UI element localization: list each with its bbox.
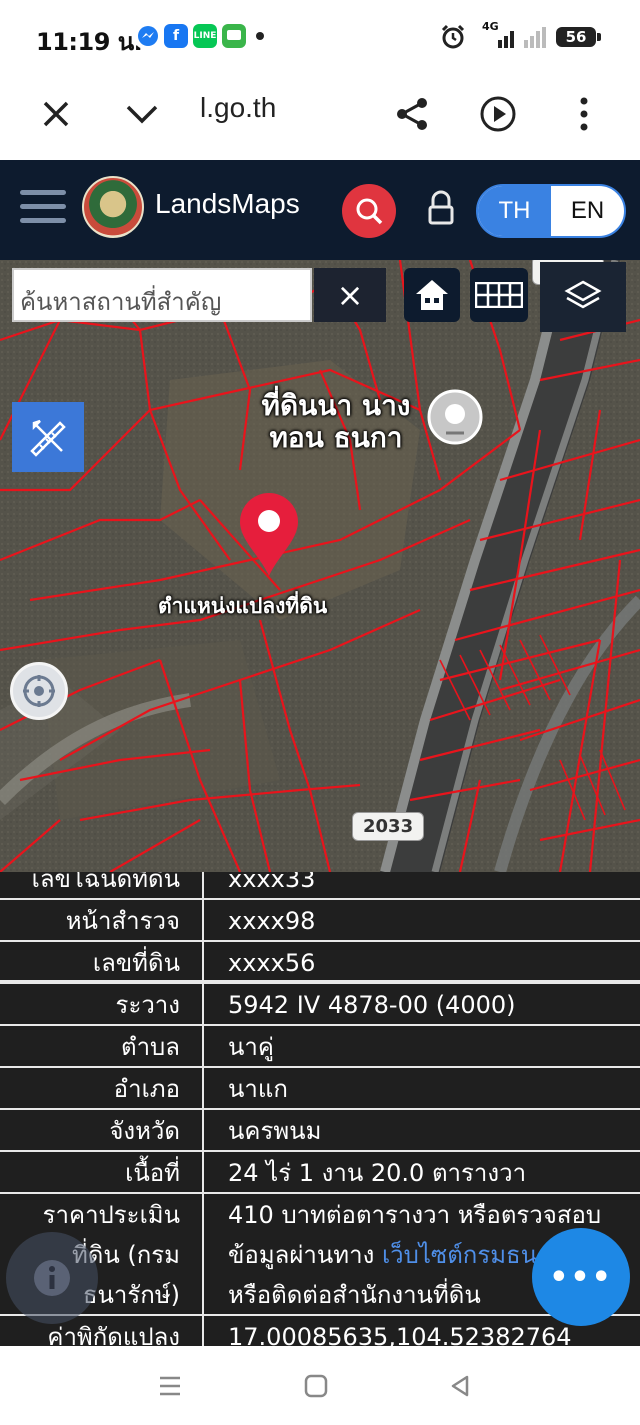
- search-icon: [356, 198, 383, 225]
- messenger-icon: [136, 24, 160, 48]
- browser-toolbar: l.go.th: [0, 72, 640, 160]
- signal-icon: [484, 26, 548, 52]
- road-number-badge: 2033: [352, 812, 425, 841]
- table-row: ตำบล นาคู่: [0, 1026, 640, 1068]
- place-search-input[interactable]: ค้นหาสถานที่สำคัญ: [12, 268, 312, 322]
- compass-button[interactable]: [10, 662, 68, 720]
- department-logo: [82, 176, 144, 238]
- status-time: 11:19 น.: [36, 28, 143, 56]
- language-toggle[interactable]: TH EN: [476, 184, 626, 238]
- address-bar[interactable]: l.go.th: [200, 92, 276, 124]
- table-row: เลขโฉนดที่ดิน xxxx33: [0, 872, 640, 900]
- table-row: เลขที่ดิน xxxx56: [0, 942, 640, 984]
- home-button[interactable]: [404, 268, 460, 322]
- chevron-down-icon[interactable]: [114, 86, 170, 142]
- lock-icon[interactable]: [424, 188, 458, 232]
- status-bar: 11:19 น. f LINE 4G 56: [0, 0, 640, 72]
- table-row: ค่าพิกัดแปลง 17.00085635,104.52382764: [0, 1316, 640, 1346]
- search-clear-button[interactable]: ×: [314, 268, 386, 322]
- info-button[interactable]: [6, 1232, 98, 1324]
- table-row: เนื้อที่ 24 ไร่ 1 งาน 20.0 ตารางวา: [0, 1152, 640, 1194]
- place-pin-icon[interactable]: [426, 388, 484, 450]
- home-nav-icon[interactable]: [296, 1368, 336, 1404]
- draw-measure-button[interactable]: [12, 402, 84, 472]
- grid-button[interactable]: [470, 268, 528, 322]
- notification-dot: [256, 32, 264, 40]
- map-parcels: [0, 260, 640, 872]
- layers-button[interactable]: [540, 262, 626, 332]
- more-vertical-icon[interactable]: [556, 86, 612, 142]
- close-icon[interactable]: [28, 86, 84, 142]
- info-icon: [34, 1260, 70, 1296]
- lang-en-button[interactable]: EN: [551, 186, 624, 236]
- menu-icon[interactable]: [20, 190, 66, 230]
- recent-apps-icon[interactable]: [150, 1368, 190, 1404]
- back-nav-icon[interactable]: [440, 1368, 480, 1404]
- alarm-icon: [440, 24, 466, 54]
- lang-th-button[interactable]: TH: [478, 186, 551, 236]
- place-label: ที่ดินนา นาง ทอน ธนกา: [261, 389, 411, 454]
- home-icon: [416, 280, 448, 310]
- more-options-button[interactable]: •••: [532, 1228, 630, 1326]
- table-row: อำเภอ นาแก: [0, 1068, 640, 1110]
- battery-indicator: 56: [556, 27, 601, 47]
- facebook-icon: f: [164, 24, 188, 48]
- grid-icon: [475, 282, 523, 308]
- search-button[interactable]: [342, 184, 396, 238]
- play-icon[interactable]: [470, 86, 526, 142]
- compass-icon: [23, 675, 55, 707]
- parcel-location-marker-icon[interactable]: [238, 492, 300, 582]
- brand-name: LandsMaps: [155, 188, 300, 219]
- line-icon: LINE: [193, 24, 217, 48]
- layers-icon: [564, 280, 602, 309]
- share-icon[interactable]: [384, 86, 440, 142]
- table-row: จังหวัด นครพนม: [0, 1110, 640, 1152]
- ruler-pencil-icon: [30, 419, 66, 457]
- satellite-map[interactable]: ที่ดินนา นาง ทอน ธนกา ตำแหน่งแปลงที่ดิน …: [0, 260, 640, 872]
- table-row: หน้าสำรวจ xxxx98: [0, 900, 640, 942]
- table-row: ระวาง 5942 IV 4878-00 (4000): [0, 984, 640, 1026]
- chat-icon: [222, 24, 246, 48]
- system-navigation-bar: [0, 1346, 640, 1425]
- marker-label: ตำแหน่งแปลงที่ดิน: [158, 594, 328, 618]
